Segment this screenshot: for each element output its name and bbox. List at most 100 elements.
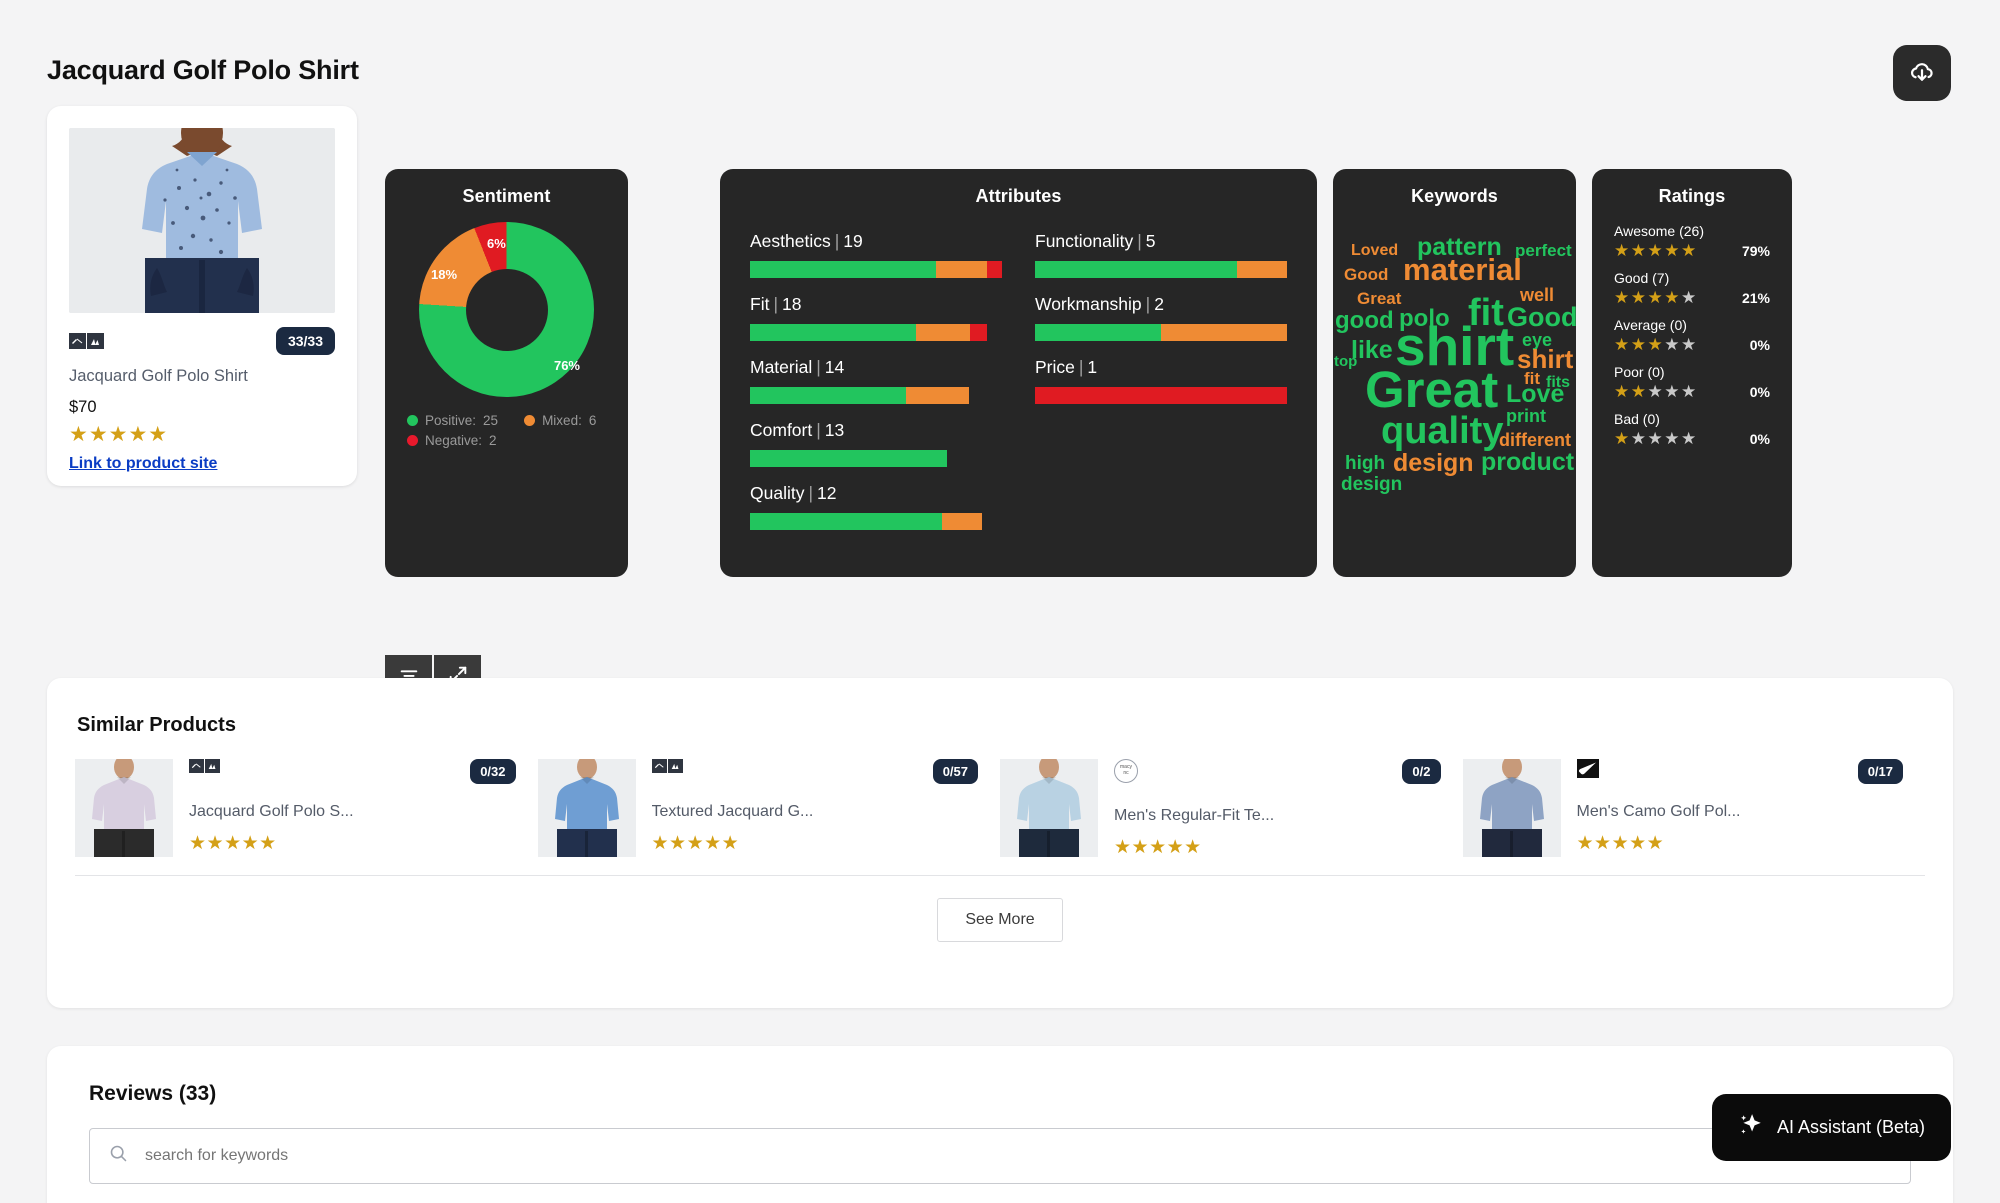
similar-products-card: Similar Products 0/32Jacquard Golf Polo … bbox=[47, 678, 1953, 1008]
keyword-word[interactable]: Great bbox=[1365, 364, 1498, 415]
rating-stars: ★★★★★ bbox=[1614, 289, 1698, 306]
keyword-word[interactable]: good bbox=[1335, 309, 1394, 333]
adidas-logo-icon bbox=[189, 759, 220, 773]
attribute-bar-mixed bbox=[936, 261, 986, 278]
similar-product-item[interactable]: 0/57Textured Jacquard G...★★★★★ bbox=[538, 759, 1001, 857]
rating-stars: ★★★★★ bbox=[1614, 430, 1698, 447]
ai-assistant-button[interactable]: AI Assistant (Beta) bbox=[1712, 1094, 1951, 1161]
keyword-word[interactable]: quality bbox=[1381, 412, 1503, 450]
attribute-item: Fit|18 bbox=[750, 294, 1002, 341]
keyword-word[interactable]: design bbox=[1393, 451, 1474, 476]
donut-label-negative: 6% bbox=[487, 236, 506, 251]
attribute-bar-positive bbox=[750, 324, 916, 341]
rating-label: Good (7) bbox=[1614, 270, 1770, 286]
keyword-word[interactable]: product bbox=[1481, 450, 1574, 475]
attributes-column-right: Functionality|5Workmanship|2Price|1 bbox=[1035, 231, 1287, 546]
rating-percent: 79% bbox=[1742, 243, 1770, 259]
keyword-word[interactable]: print bbox=[1506, 407, 1546, 425]
keyword-word[interactable]: Good bbox=[1344, 266, 1388, 283]
see-more-button[interactable]: See More bbox=[937, 898, 1062, 942]
attributes-panel: Attributes Aesthetics|19Fit|18Material|1… bbox=[720, 169, 1317, 577]
attribute-item: Price|1 bbox=[1035, 357, 1287, 404]
product-site-link[interactable]: Link to product site bbox=[69, 455, 217, 473]
attribute-bar bbox=[750, 450, 947, 467]
attribute-name: Price bbox=[1035, 357, 1075, 377]
download-button[interactable] bbox=[1893, 45, 1951, 101]
legend-value-positive: 25 bbox=[483, 413, 498, 428]
similar-product-image bbox=[75, 759, 173, 857]
rating-item[interactable]: Average (0)★★★★★0% bbox=[1614, 317, 1770, 353]
rating-item[interactable]: Bad (0)★★★★★0% bbox=[1614, 411, 1770, 447]
rating-label: Awesome (26) bbox=[1614, 223, 1770, 239]
attribute-bar-positive bbox=[750, 387, 906, 404]
review-count-badge: 33/33 bbox=[276, 327, 335, 355]
legend-item-positive: Positive: 25 bbox=[407, 413, 498, 428]
attribute-bar bbox=[1035, 324, 1287, 341]
keyword-word[interactable]: different bbox=[1499, 431, 1571, 449]
page-title: Jacquard Golf Polo Shirt bbox=[47, 55, 359, 86]
search-icon bbox=[108, 1143, 129, 1169]
search-input[interactable] bbox=[145, 1147, 1892, 1165]
attribute-label: Functionality|5 bbox=[1035, 231, 1287, 252]
keyword-word[interactable]: top bbox=[1334, 354, 1357, 369]
similar-product-name: Men's Camo Golf Pol... bbox=[1577, 803, 1926, 821]
cloud-download-icon bbox=[1908, 58, 1936, 89]
attribute-count: 18 bbox=[782, 294, 801, 314]
attribute-label: Price|1 bbox=[1035, 357, 1287, 378]
attribute-bar-positive bbox=[1035, 324, 1161, 341]
dashboard-top-row: 33/33 Jacquard Golf Polo Shirt $70 ★★★★★… bbox=[0, 106, 2000, 596]
legend-value-negative: 2 bbox=[489, 433, 497, 448]
rating-item[interactable]: Poor (0)★★★★★0% bbox=[1614, 364, 1770, 400]
attribute-bar-positive bbox=[750, 261, 936, 278]
keyword-word[interactable]: high bbox=[1345, 454, 1385, 473]
reviews-search-box[interactable] bbox=[89, 1128, 1911, 1184]
keyword-word[interactable]: Good bbox=[1507, 304, 1577, 331]
similar-product-image bbox=[1000, 759, 1098, 857]
similar-product-name: Textured Jacquard G... bbox=[652, 803, 1001, 821]
keywords-panel: Keywords LovedpatternperfectGoodmaterial… bbox=[1333, 169, 1576, 577]
attribute-bar-mixed bbox=[916, 324, 970, 341]
keyword-word[interactable]: Loved bbox=[1351, 243, 1398, 259]
attribute-bar-positive bbox=[750, 450, 947, 467]
keyword-word-cloud: LovedpatternperfectGoodmaterialGreatwell… bbox=[1333, 207, 1576, 562]
donut-label-mixed: 18% bbox=[431, 267, 457, 282]
product-card[interactable]: 33/33 Jacquard Golf Polo Shirt $70 ★★★★★… bbox=[47, 106, 357, 486]
attribute-bar bbox=[750, 513, 982, 530]
legend-value-mixed: 6 bbox=[589, 413, 597, 428]
keyword-word[interactable]: Great bbox=[1357, 290, 1401, 307]
attributes-column-left: Aesthetics|19Fit|18Material|14Comfort|13… bbox=[750, 231, 1002, 546]
similar-product-item[interactable]: 0/32Jacquard Golf Polo S...★★★★★ bbox=[75, 759, 538, 857]
similar-product-item[interactable]: 0/17Men's Camo Golf Pol...★★★★★ bbox=[1463, 759, 1926, 857]
attribute-bar bbox=[1035, 261, 1287, 278]
similar-product-item[interactable]: macync0/2Men's Regular-Fit Te...★★★★★ bbox=[1000, 759, 1463, 857]
similar-product-stars: ★★★★★ bbox=[652, 834, 1001, 853]
rating-item[interactable]: Good (7) ★★★★★ 21% bbox=[1614, 270, 1770, 306]
similar-product-stars: ★★★★★ bbox=[1114, 838, 1463, 857]
nike-logo-icon bbox=[1577, 759, 1599, 783]
ratings-title: Ratings bbox=[1592, 169, 1792, 207]
attribute-count: 5 bbox=[1146, 231, 1156, 251]
attribute-name: Functionality bbox=[1035, 231, 1133, 251]
attribute-item: Material|14 bbox=[750, 357, 1002, 404]
keyword-word[interactable]: material bbox=[1403, 254, 1522, 285]
legend-item-negative: Negative: 2 bbox=[407, 433, 497, 448]
attribute-count: 12 bbox=[817, 483, 836, 503]
rating-percent: 21% bbox=[1742, 290, 1770, 306]
keyword-word[interactable]: Love bbox=[1506, 382, 1564, 407]
keyword-word[interactable]: design bbox=[1341, 475, 1402, 494]
rating-label: Average (0) bbox=[1614, 317, 1770, 333]
attribute-count: 19 bbox=[843, 231, 862, 251]
attribute-bar-mixed bbox=[1161, 324, 1287, 341]
rating-percent: 0% bbox=[1750, 431, 1770, 447]
attribute-name: Material bbox=[750, 357, 812, 377]
similar-product-image bbox=[1463, 759, 1561, 857]
sentiment-panel: Sentiment 76% 18% 6% Positive: 25 Mixed:… bbox=[385, 169, 628, 577]
product-rating-stars: ★★★★★ bbox=[69, 424, 335, 445]
sparkle-icon bbox=[1738, 1112, 1764, 1143]
keyword-word[interactable]: perfect bbox=[1515, 242, 1572, 259]
legend-dot-negative bbox=[407, 435, 418, 446]
rating-item[interactable]: Awesome (26)★★★★★79% bbox=[1614, 223, 1770, 259]
attribute-count: 13 bbox=[825, 420, 844, 440]
ratings-panel: Ratings Awesome (26)★★★★★79%Good (7)★★★★… bbox=[1592, 169, 1792, 577]
attribute-item: Functionality|5 bbox=[1035, 231, 1287, 278]
